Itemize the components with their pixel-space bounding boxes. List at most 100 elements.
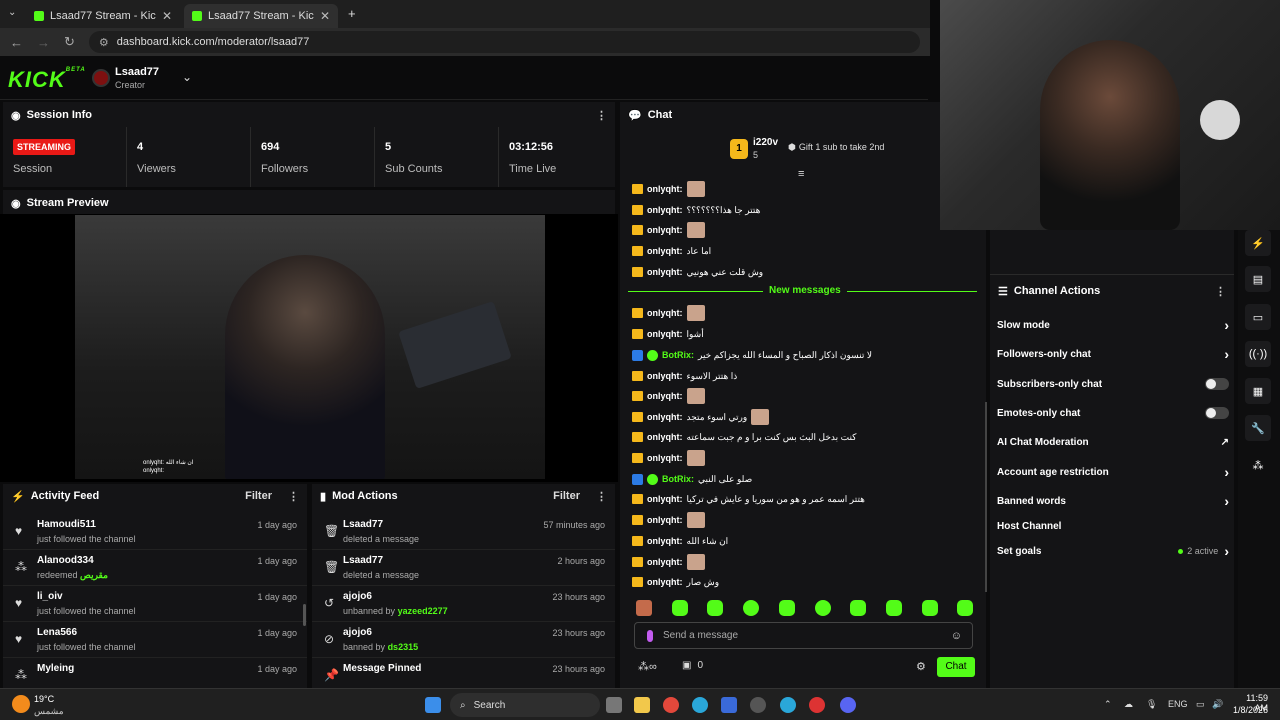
mod-action-user[interactable]: Message Pinned: [343, 663, 421, 674]
chat-username[interactable]: onlyqht:: [647, 371, 683, 381]
tab-list-icon[interactable]: ⌄: [8, 7, 16, 18]
ai-moderation-item[interactable]: AI Chat Moderation ↗: [997, 432, 1229, 452]
chat-username[interactable]: onlyqht:: [647, 225, 683, 235]
language-indicator[interactable]: ENG: [1168, 699, 1188, 709]
mod-action-user[interactable]: ajojo6: [343, 591, 372, 602]
host-channel-item[interactable]: Host Channel: [997, 516, 1229, 536]
close-tab-icon[interactable]: ✕: [162, 9, 172, 23]
chat-username[interactable]: onlyqht:: [647, 557, 683, 567]
chat-username[interactable]: onlyqht:: [647, 432, 683, 442]
chevron-up-icon[interactable]: ⌃: [1104, 699, 1112, 710]
activity-user[interactable]: Hamoudi511: [37, 519, 96, 530]
activity-filter-button[interactable]: Filter: [245, 490, 272, 502]
emote-picker-avatar[interactable]: [636, 600, 652, 616]
activity-user[interactable]: li_oiv: [37, 591, 63, 602]
chrome-active-icon[interactable]: [780, 697, 796, 713]
chat-username[interactable]: onlyqht:: [647, 308, 683, 318]
chrome-icon[interactable]: [663, 697, 679, 713]
emote-icon[interactable]: [886, 600, 902, 616]
wrench-icon[interactable]: 🔧: [1245, 415, 1271, 441]
mod-filter-button[interactable]: Filter: [553, 490, 580, 502]
activity-user[interactable]: Lena566: [37, 627, 77, 638]
app-icon[interactable]: [750, 697, 766, 713]
avatar[interactable]: [92, 69, 110, 87]
chat-username[interactable]: onlyqht:: [647, 205, 683, 215]
chat-input[interactable]: Send a message ☺: [634, 622, 973, 649]
expand-icon[interactable]: ≡: [798, 168, 804, 180]
mod-action-user[interactable]: ajojo6: [343, 627, 372, 638]
store-icon[interactable]: [721, 697, 737, 713]
url-field[interactable]: ⚙ dashboard.kick.com/moderator/lsaad77: [88, 31, 920, 53]
weather-icon[interactable]: [12, 695, 30, 713]
chat-username[interactable]: onlyqht:: [647, 329, 683, 339]
followers-only-item[interactable]: Followers-only chat ›: [997, 344, 1229, 364]
banned-words-item[interactable]: Banned words ›: [997, 491, 1229, 511]
chevron-down-icon[interactable]: ⌄: [182, 70, 192, 84]
file-explorer-icon[interactable]: [634, 697, 650, 713]
clock-date[interactable]: 1/8/2026: [1232, 705, 1268, 715]
windows-start-icon[interactable]: [425, 697, 441, 713]
close-tab-icon[interactable]: ✕: [320, 9, 330, 23]
community-icon[interactable]: ⁂: [1245, 452, 1271, 478]
emoji-icon[interactable]: ☺: [951, 630, 962, 642]
chat-username[interactable]: BotRix:: [662, 474, 694, 484]
chat-username[interactable]: onlyqht:: [647, 246, 683, 256]
mod-action-user[interactable]: Lsaad77: [343, 555, 383, 566]
account-age-item[interactable]: Account age restriction ›: [997, 462, 1229, 482]
forward-icon[interactable]: →: [37, 35, 50, 50]
more-options-icon[interactable]: ⋮: [596, 490, 607, 503]
chat-username[interactable]: onlyqht:: [647, 536, 683, 546]
settings-icon[interactable]: ⚙: [916, 660, 926, 673]
top-gifter-name[interactable]: i220v: [753, 137, 778, 148]
chat-username[interactable]: onlyqht:: [647, 267, 683, 277]
activity-user[interactable]: Myleing: [37, 663, 74, 674]
chat-username[interactable]: onlyqht:: [647, 494, 683, 504]
chat-username[interactable]: onlyqht:: [647, 184, 683, 194]
task-view-icon[interactable]: [606, 697, 622, 713]
reload-icon[interactable]: ↻: [64, 34, 75, 50]
emotes-only-toggle[interactable]: [1205, 407, 1229, 419]
send-chat-button[interactable]: Chat: [937, 657, 975, 677]
new-tab-icon[interactable]: +: [348, 6, 356, 21]
more-options-icon[interactable]: ⋮: [1215, 285, 1226, 298]
slow-mode-item[interactable]: Slow mode ›: [997, 315, 1229, 335]
emote-icon[interactable]: [779, 600, 795, 616]
back-icon[interactable]: ←: [10, 35, 23, 50]
browser-tab-1[interactable]: Lsaad77 Stream - Kick Dashboa ✕: [26, 4, 180, 28]
layout-icon[interactable]: ▦: [1245, 378, 1271, 404]
chat-username[interactable]: onlyqht:: [647, 412, 683, 422]
chat-username[interactable]: onlyqht:: [647, 453, 683, 463]
scrollbar[interactable]: [303, 604, 306, 626]
emote-icon[interactable]: [850, 600, 866, 616]
more-options-icon[interactable]: ⋮: [596, 109, 607, 122]
lightning-icon[interactable]: ⚡: [1245, 230, 1271, 256]
chat-username[interactable]: BotRix:: [662, 350, 694, 360]
broadcast-icon[interactable]: ((·)): [1245, 341, 1271, 367]
browser-tab-2[interactable]: Lsaad77 Stream - Kick Dashboa ✕: [184, 4, 338, 28]
kick-logo[interactable]: KICKBETA: [8, 67, 86, 93]
gift-sub-prompt[interactable]: ⬢ Gift 1 sub to take 2nd: [788, 142, 884, 153]
emote-icon[interactable]: [815, 600, 831, 616]
moderator-name[interactable]: ds2315: [388, 642, 419, 652]
emote-icon[interactable]: [743, 600, 759, 616]
taskbar-search[interactable]: ⌕ Search: [450, 693, 600, 717]
emote-icon[interactable]: [707, 600, 723, 616]
community-icon[interactable]: ⁂∞: [638, 660, 657, 673]
emote-icon[interactable]: [922, 600, 938, 616]
chat-scrollbar[interactable]: [985, 402, 987, 592]
emote-icon[interactable]: [672, 600, 688, 616]
subscribers-only-toggle[interactable]: [1205, 378, 1229, 390]
cloud-icon[interactable]: ☁: [1124, 699, 1133, 710]
edge-icon[interactable]: [692, 697, 708, 713]
set-goals-item[interactable]: Set goals 2 active ›: [997, 541, 1229, 561]
site-info-icon[interactable]: ⚙: [99, 36, 109, 49]
volume-icon[interactable]: 🔊: [1212, 699, 1223, 710]
chat-username[interactable]: onlyqht:: [647, 515, 683, 525]
activity-user[interactable]: Alanood334: [37, 555, 94, 566]
app-icon[interactable]: [809, 697, 825, 713]
emote-icon[interactable]: [957, 600, 973, 616]
network-icon[interactable]: ▭: [1196, 699, 1205, 710]
chat-username[interactable]: onlyqht:: [647, 577, 683, 587]
mic-icon[interactable]: 🎙: [1146, 699, 1157, 710]
mod-action-user[interactable]: Lsaad77: [343, 519, 383, 530]
